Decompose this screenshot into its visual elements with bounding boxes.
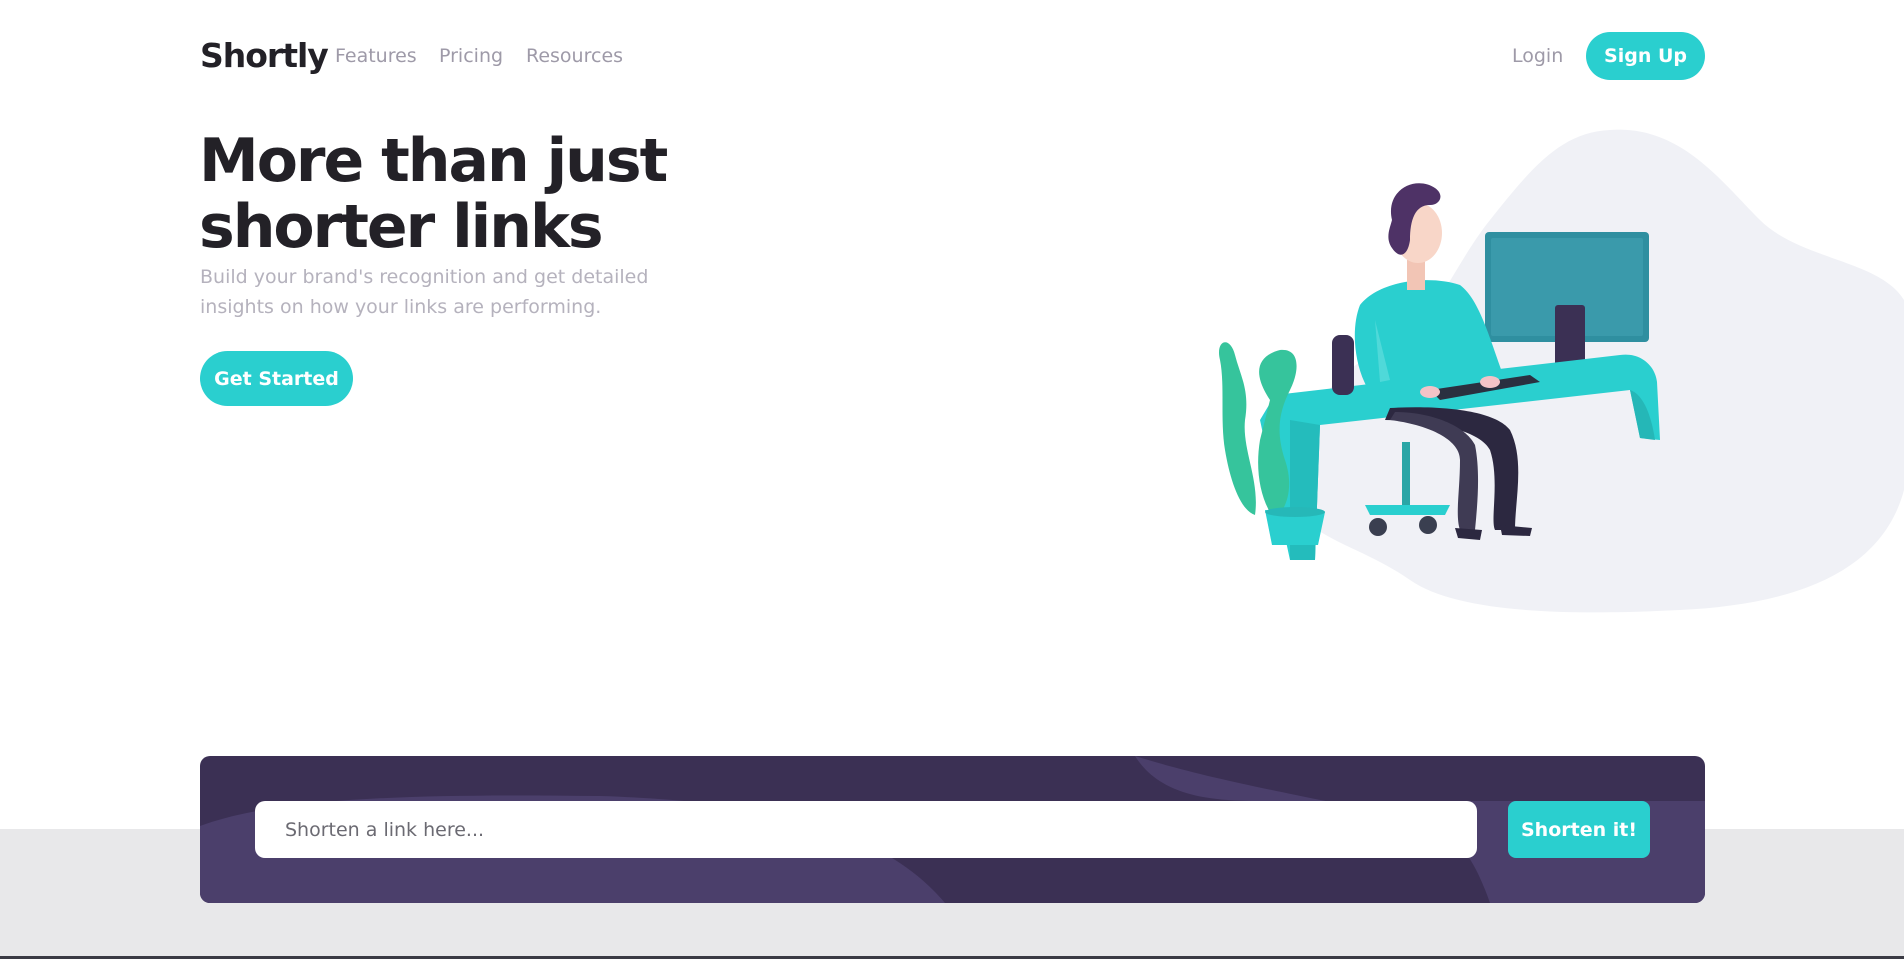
hero-subtitle: Build your brand's recognition and get d… <box>200 266 649 318</box>
get-started-button[interactable]: Get Started <box>200 351 353 406</box>
person-working-at-desk-illustration <box>1218 129 1904 613</box>
nav-link-resources[interactable]: Resources <box>526 45 623 67</box>
hero-title: More than just shorter links <box>199 126 668 262</box>
page: Shortly Features Pricing Resources Login… <box>0 0 1904 959</box>
shorten-url-input[interactable] <box>255 801 1477 858</box>
nav-link-features[interactable]: Features <box>335 45 417 67</box>
shorten-form-container: Shorten it! <box>200 756 1705 903</box>
shorten-it-button[interactable]: Shorten it! <box>1508 801 1650 858</box>
login-link[interactable]: Login <box>1512 45 1563 67</box>
nav-link-pricing[interactable]: Pricing <box>439 45 503 67</box>
signup-button[interactable]: Sign Up <box>1586 32 1705 80</box>
brand-logo[interactable]: Shortly <box>200 36 329 75</box>
